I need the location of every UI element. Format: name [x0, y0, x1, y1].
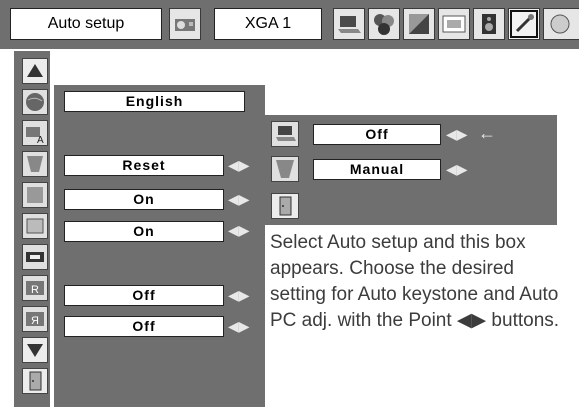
keystone-mode-field[interactable]: Manual [313, 159, 441, 180]
instruction-text: Select Auto setup and this box appears. … [270, 232, 560, 331]
rear-icon[interactable]: Я [22, 306, 48, 332]
scroll-down-icon[interactable] [22, 337, 48, 363]
projector-mode-icon[interactable]: A [22, 120, 48, 146]
option-4-arrows-icon[interactable]: ◀▶ [228, 316, 250, 337]
ceiling-icon[interactable]: R [22, 275, 48, 301]
auto-keystone-arrows-icon[interactable]: ◀▶ [446, 124, 468, 145]
keystone-mode-icon [271, 156, 299, 182]
option-2-arrows-icon[interactable]: ◀▶ [228, 220, 250, 241]
option-field-4[interactable]: Off [64, 316, 224, 337]
language-field[interactable]: English [64, 91, 245, 112]
logo-icon[interactable] [22, 244, 48, 270]
globe-language-icon[interactable] [22, 89, 48, 115]
option-1-arrows-icon[interactable]: ◀▶ [228, 189, 250, 210]
option-3-arrows-icon[interactable]: ◀▶ [228, 285, 250, 306]
svg-text:Я: Я [31, 315, 39, 327]
setting-tools-icon[interactable] [508, 8, 540, 40]
background-icon[interactable] [22, 182, 48, 208]
option-field-2[interactable]: On [64, 221, 224, 242]
svg-text:A: A [37, 135, 44, 145]
svg-text:R: R [31, 284, 39, 296]
subpanel-exit-icon[interactable] [271, 193, 299, 219]
laptop-icon[interactable] [333, 8, 365, 40]
exit-door-icon[interactable] [22, 368, 48, 394]
image-adjust-icon[interactable] [403, 8, 435, 40]
keystone-icon[interactable] [22, 151, 48, 177]
option-field-1[interactable]: On [64, 189, 224, 210]
auto-keystone-field[interactable]: Off [313, 124, 441, 145]
color-balls-icon[interactable] [368, 8, 400, 40]
screen-icon[interactable] [438, 8, 470, 40]
auto-pc-adj-icon [271, 121, 299, 147]
option-field-3[interactable]: Off [64, 285, 224, 306]
keystone-mode-arrows-icon[interactable]: ◀▶ [446, 159, 468, 180]
main-menu-panel [54, 85, 265, 407]
pointer-arrow-icon: ← [478, 123, 496, 143]
display-icon[interactable] [22, 213, 48, 239]
input-source-label: XGA 1 [214, 8, 322, 40]
projector-icon[interactable] [169, 8, 201, 40]
menu-title: Auto setup [10, 8, 162, 40]
info-icon[interactable] [543, 8, 579, 40]
reset-field[interactable]: Reset [64, 155, 224, 176]
reset-arrows-icon[interactable]: ◀▶ [228, 155, 250, 176]
speaker-icon[interactable] [473, 8, 505, 40]
scroll-up-icon[interactable] [22, 58, 48, 84]
